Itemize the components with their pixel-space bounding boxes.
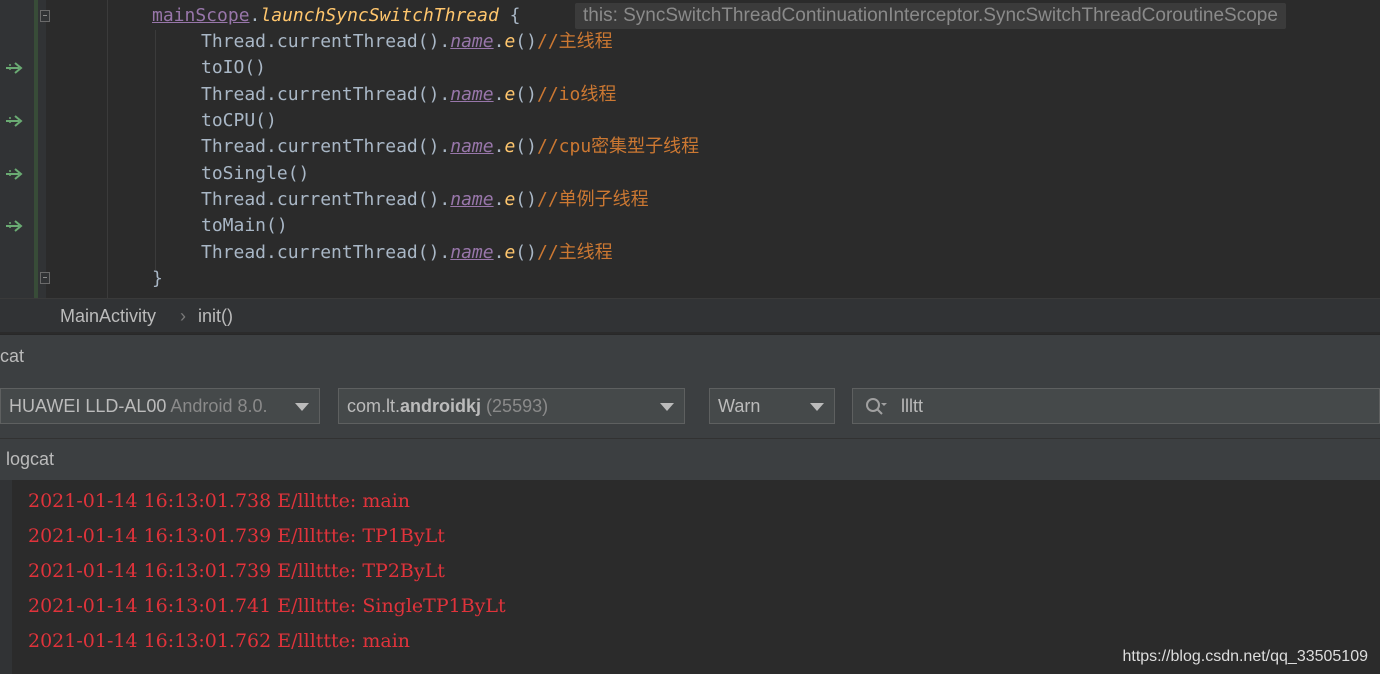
code-token: //主线程 — [536, 242, 613, 263]
code-token: . — [493, 136, 505, 157]
log-entry[interactable]: 2021-01-14 16:13:01.738 E/lllttte: main — [28, 484, 410, 519]
code-token: name — [450, 31, 494, 52]
log-entry[interactable]: 2021-01-14 16:13:01.739 E/lllttte: TP1By… — [28, 519, 445, 554]
code-token: () — [515, 189, 537, 210]
indent-guide — [155, 30, 156, 270]
breadcrumb-class[interactable]: MainActivity — [60, 299, 156, 333]
device-name: HUAWEI LLD-AL00 — [9, 396, 167, 416]
log-entry[interactable]: 2021-01-14 16:13:01.739 E/lllttte: TP2By… — [28, 554, 445, 589]
chevron-down-icon — [660, 403, 674, 411]
code-token: //主线程 — [536, 31, 613, 52]
code-token: //单例子线程 — [536, 189, 649, 210]
code-token: () — [515, 84, 537, 105]
code-line[interactable]: toSingle() — [201, 161, 309, 187]
panel-title: cat — [0, 346, 25, 366]
code-token: e — [504, 189, 516, 210]
code-line[interactable]: toIO() — [201, 55, 266, 81]
code-line[interactable]: toCPU() — [201, 108, 277, 134]
log-level-dropdown[interactable]: Warn — [709, 388, 835, 424]
fold-open-icon[interactable] — [40, 10, 50, 22]
search-input[interactable] — [901, 389, 1361, 423]
chevron-down-icon — [295, 403, 309, 411]
code-token: toIO() — [201, 57, 267, 78]
fold-close-icon[interactable] — [40, 272, 50, 284]
code-token: toMain() — [201, 215, 288, 236]
vcs-change-bar — [34, 0, 46, 298]
code-editor[interactable]: mainScope.launchSyncSwitchThread {Thread… — [0, 0, 1380, 298]
indent-guide — [107, 0, 108, 298]
code-token: Thread.currentThread(). — [201, 84, 451, 105]
code-token: . — [249, 5, 261, 26]
log-level-value: Warn — [718, 396, 761, 416]
code-token: launchSyncSwitchThread — [260, 5, 499, 26]
code-token: e — [504, 242, 516, 263]
code-token: //io线程 — [536, 84, 617, 105]
code-line[interactable]: Thread.currentThread().name.e()//cpu密集型子… — [201, 134, 699, 160]
code-token: () — [515, 31, 537, 52]
code-token: name — [450, 189, 494, 210]
code-token: e — [504, 136, 516, 157]
tab-logcat[interactable]: logcat — [6, 439, 54, 479]
log-entry[interactable]: 2021-01-14 16:13:01.741 E/lllttte: Singl… — [28, 589, 506, 624]
suspend-call-arrow-icon — [6, 62, 23, 74]
code-line[interactable]: Thread.currentThread().name.e()//主线程 — [201, 240, 613, 266]
code-token: . — [493, 242, 505, 263]
watermark: https://blog.csdn.net/qq_33505109 — [1122, 648, 1368, 665]
log-entry[interactable]: 2021-01-14 16:13:01.762 E/lllttte: main — [28, 624, 410, 659]
code-token: . — [493, 84, 505, 105]
code-token: //cpu密集型子线程 — [536, 136, 700, 157]
code-token: () — [515, 242, 537, 263]
suspend-call-arrow-icon — [6, 220, 23, 232]
chevron-right-icon: › — [180, 306, 186, 326]
log-output[interactable]: 2021-01-14 16:13:01.738 E/lllttte: main 2… — [0, 480, 1380, 674]
process-dropdown[interactable]: com.lt.androidkj (25593) — [338, 388, 685, 424]
device-dropdown[interactable]: HUAWEI LLD-AL00 Android 8.0. — [0, 388, 320, 424]
logcat-panel-header: cat — [0, 334, 1380, 378]
code-line[interactable]: Thread.currentThread().name.e()//io线程 — [201, 82, 616, 108]
search-icon[interactable] — [865, 397, 887, 417]
code-line[interactable]: Thread.currentThread().name.e()//主线程 — [201, 29, 613, 55]
code-token: Thread.currentThread(). — [201, 242, 451, 263]
code-token: name — [450, 242, 494, 263]
suspend-call-arrow-icon — [6, 168, 23, 180]
logcat-tab-bar: logcat — [0, 438, 1380, 480]
code-token: toSingle() — [201, 163, 310, 184]
code-token: Thread.currentThread(). — [201, 136, 451, 157]
suspend-call-arrow-icon — [6, 115, 23, 127]
code-line[interactable]: toMain() — [201, 213, 288, 239]
code-token: name — [450, 84, 494, 105]
code-token: mainScope — [152, 5, 250, 26]
chevron-down-icon — [810, 403, 824, 411]
log-gutter — [0, 480, 12, 674]
device-os: Android 8.0. — [170, 396, 268, 416]
code-token: Thread.currentThread(). — [201, 31, 451, 52]
code-token: e — [504, 31, 516, 52]
code-line[interactable]: Thread.currentThread().name.e()//单例子线程 — [201, 187, 649, 213]
code-line[interactable]: mainScope.launchSyncSwitchThread { — [152, 3, 521, 29]
code-token: () — [515, 136, 537, 157]
code-token: e — [504, 84, 516, 105]
breadcrumb: MainActivity › init() — [0, 298, 1380, 332]
logcat-filter-bar: HUAWEI LLD-AL00 Android 8.0. com.lt.andr… — [0, 378, 1380, 438]
code-token: toCPU() — [201, 110, 277, 131]
process-name: androidkj — [400, 396, 482, 416]
process-prefix: com.lt. — [347, 396, 401, 416]
process-pid: (25593) — [486, 396, 549, 416]
editor-gutter — [0, 0, 34, 298]
log-search-field[interactable] — [852, 388, 1380, 424]
code-token: name — [450, 136, 494, 157]
code-token: . — [493, 189, 505, 210]
breadcrumb-method[interactable]: init() — [198, 299, 233, 333]
code-token: } — [152, 268, 163, 289]
code-token: { — [498, 5, 521, 26]
receiver-hint: this: SyncSwitchThreadContinuationInterc… — [575, 3, 1286, 29]
code-line[interactable]: } — [152, 266, 163, 292]
code-token: . — [493, 31, 505, 52]
code-token: Thread.currentThread(). — [201, 189, 451, 210]
